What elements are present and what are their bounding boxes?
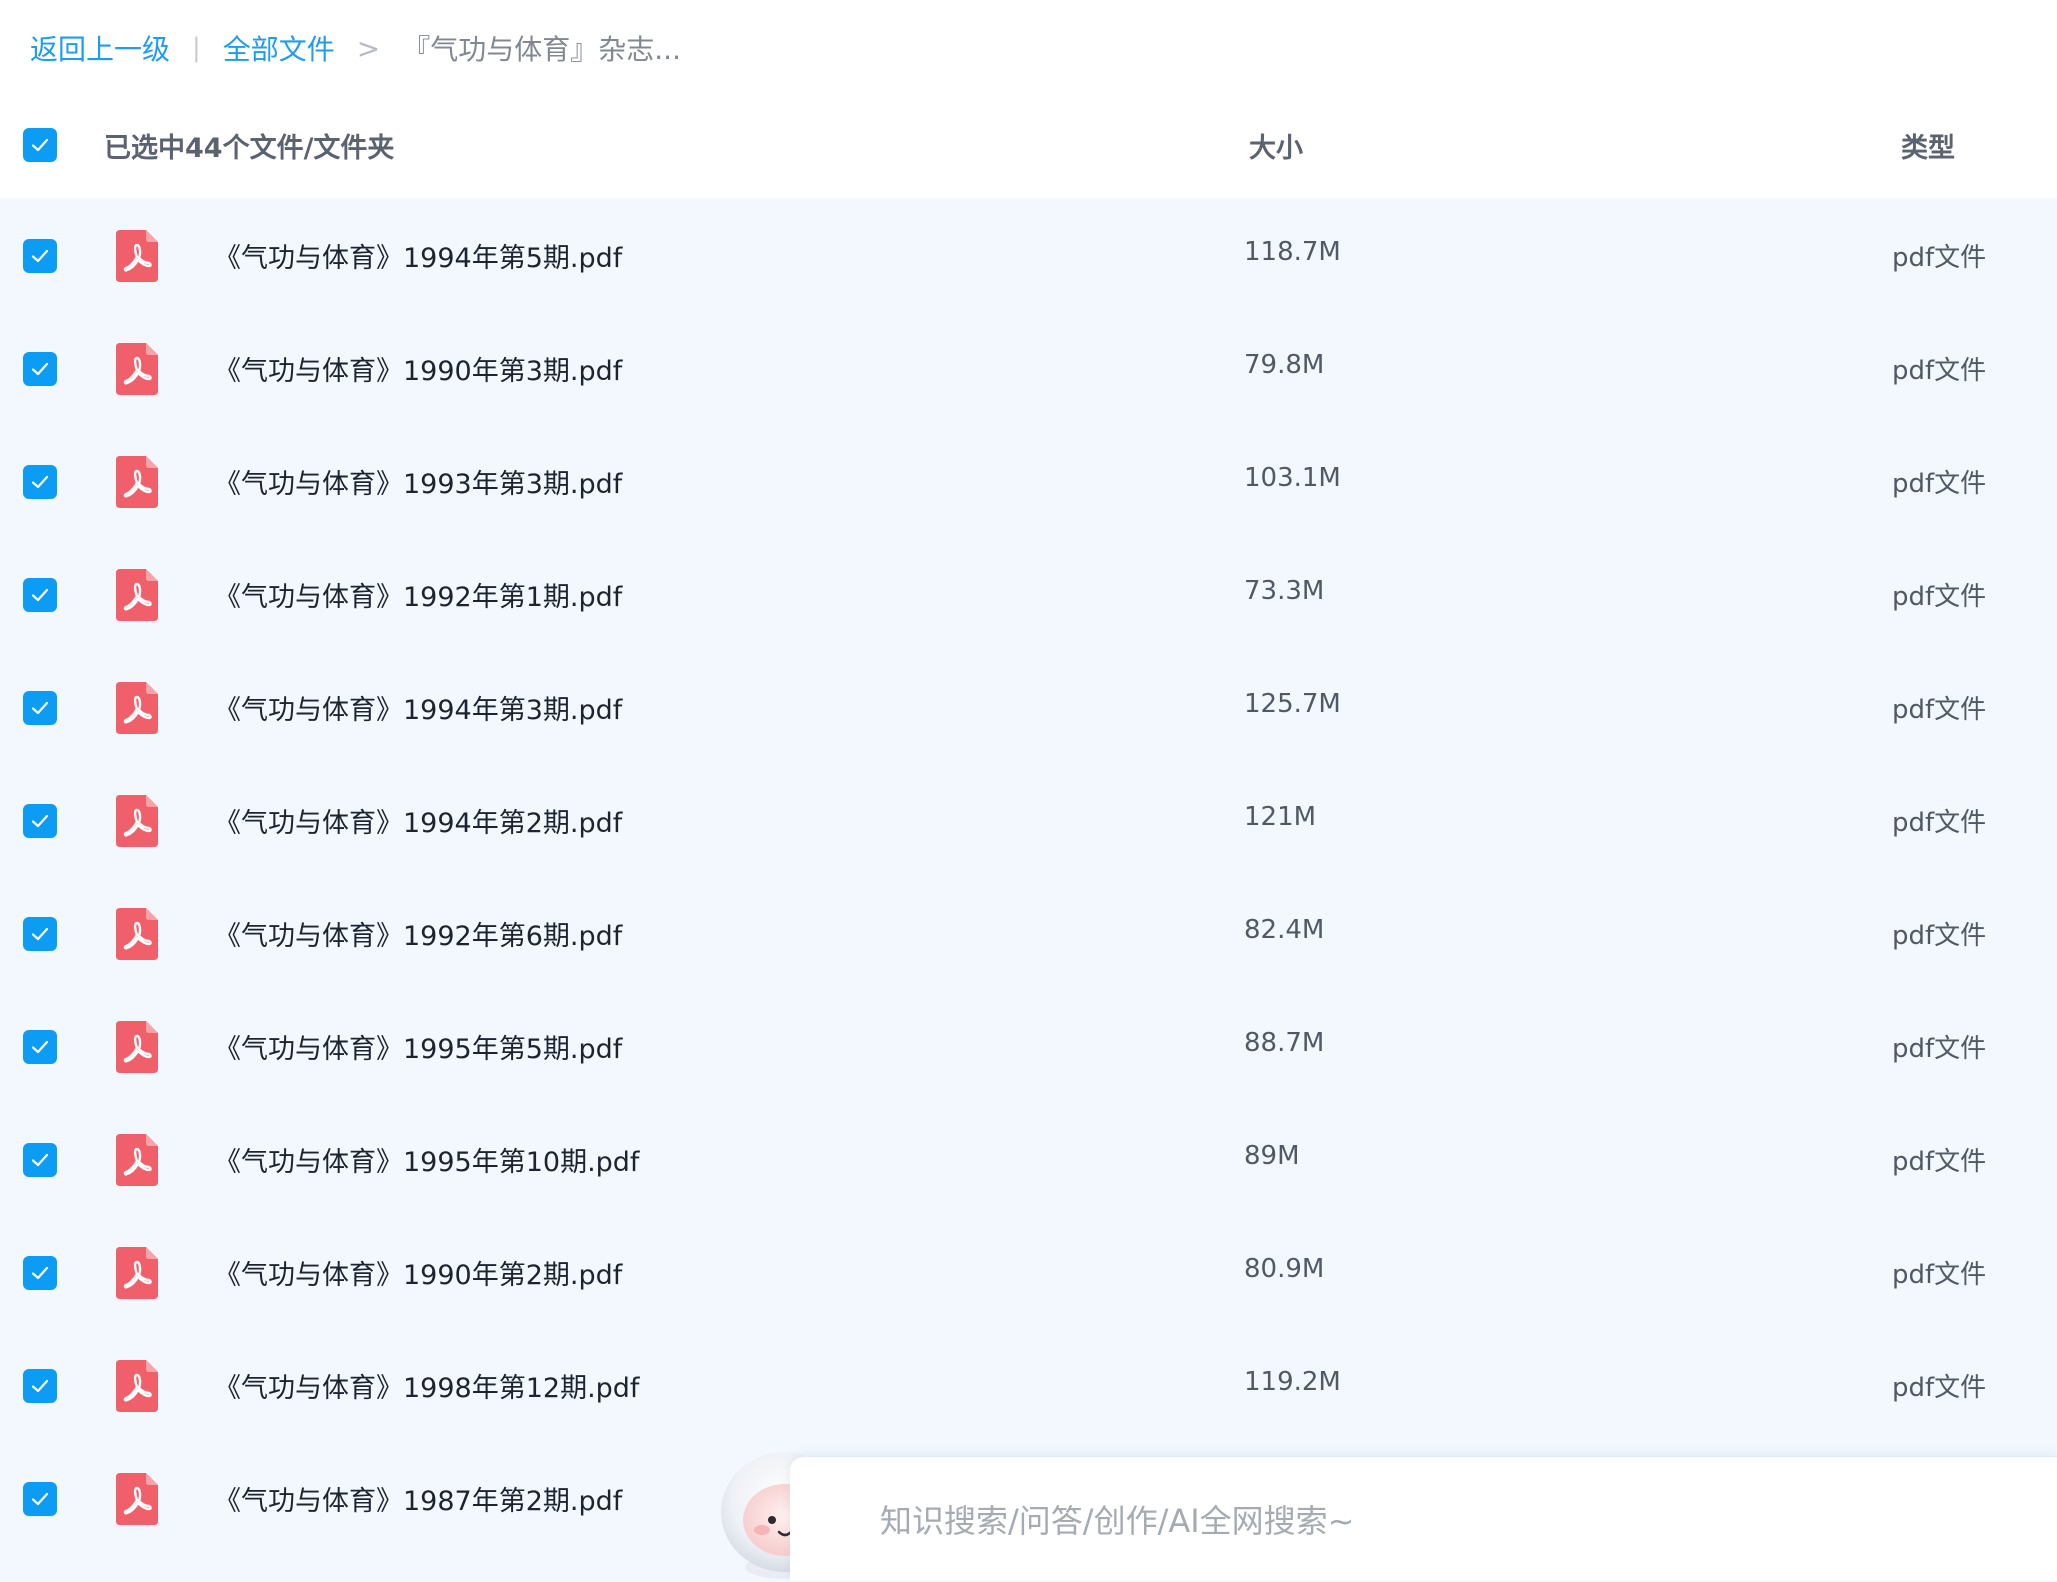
type-column-header[interactable]: 类型 <box>1901 126 1955 165</box>
checkmark-icon <box>31 588 49 602</box>
pdf-file-icon <box>116 908 158 960</box>
file-row[interactable]: 《气功与体育》1990年第2期.pdf 80.9M pdf文件 <box>0 1215 2057 1328</box>
file-row[interactable]: 《气功与体育》1993年第3期.pdf 103.1M pdf文件 <box>0 424 2057 537</box>
file-checkbox[interactable] <box>23 1143 57 1177</box>
file-type: pdf文件 <box>1892 356 1987 386</box>
checkmark-icon <box>31 475 49 489</box>
file-name[interactable]: 《气功与体育》1990年第3期.pdf <box>214 349 622 388</box>
breadcrumb-arrow-icon: > <box>356 31 381 65</box>
file-size: 121M <box>1244 802 1317 832</box>
file-checkbox[interactable] <box>23 1482 57 1516</box>
file-size: 89M <box>1244 1141 1300 1171</box>
selection-count-label: 已选中44个文件/文件夹 <box>104 132 395 164</box>
file-checkbox[interactable] <box>23 691 57 725</box>
checkmark-icon <box>31 362 49 376</box>
checkmark-icon <box>31 1040 49 1054</box>
back-link[interactable]: 返回上一级 <box>30 28 170 68</box>
breadcrumb-root-link[interactable]: 全部文件 <box>223 28 335 68</box>
file-size: 119.2M <box>1244 1367 1341 1397</box>
checkmark-icon <box>31 1379 49 1393</box>
file-row[interactable]: 《气功与体育》1992年第1期.pdf 73.3M pdf文件 <box>0 537 2057 650</box>
file-size: 73.3M <box>1244 576 1325 606</box>
file-name[interactable]: 《气功与体育》1987年第2期.pdf <box>214 1479 622 1518</box>
file-checkbox[interactable] <box>23 1369 57 1403</box>
file-checkbox[interactable] <box>23 917 57 951</box>
file-checkbox[interactable] <box>23 578 57 612</box>
file-row[interactable]: 《气功与体育》1992年第6期.pdf 82.4M pdf文件 <box>0 876 2057 989</box>
file-row[interactable]: 《气功与体育》1994年第2期.pdf 121M pdf文件 <box>0 763 2057 876</box>
file-browser: 返回上一级 | 全部文件 > 『气功与体育』杂志... 已选中44个文件/文件夹… <box>0 0 2057 1582</box>
file-type: pdf文件 <box>1892 1260 1987 1290</box>
pdf-file-icon <box>116 795 158 847</box>
file-row[interactable]: 《气功与体育》1995年第5期.pdf 88.7M pdf文件 <box>0 989 2057 1102</box>
file-name[interactable]: 《气功与体育》1992年第6期.pdf <box>214 914 622 953</box>
file-name[interactable]: 《气功与体育》1994年第3期.pdf <box>214 688 622 727</box>
file-type: pdf文件 <box>1892 243 1987 273</box>
pdf-file-icon <box>116 1021 158 1073</box>
file-list: 《气功与体育》1994年第5期.pdf 118.7M pdf文件 《气功与体育》199… <box>0 198 2057 1582</box>
file-type: pdf文件 <box>1892 1034 1987 1064</box>
file-size: 88.7M <box>1244 1028 1325 1058</box>
breadcrumb: 返回上一级 | 全部文件 > 『气功与体育』杂志... <box>30 24 681 72</box>
file-row[interactable]: 《气功与体育》1990年第3期.pdf 79.8M pdf文件 <box>0 311 2057 424</box>
ai-search-placeholder[interactable]: 知识搜索/问答/创作/AI全网搜索~ <box>880 1496 1355 1542</box>
file-name[interactable]: 《气功与体育》1990年第2期.pdf <box>214 1253 622 1292</box>
pdf-file-icon <box>116 569 158 621</box>
file-name[interactable]: 《气功与体育》1994年第5期.pdf <box>214 236 622 275</box>
size-column-header[interactable]: 大小 <box>1249 126 1303 165</box>
file-size: 103.1M <box>1244 463 1341 493</box>
file-checkbox[interactable] <box>23 804 57 838</box>
file-type: pdf文件 <box>1892 1373 1987 1403</box>
file-type: pdf文件 <box>1892 469 1987 499</box>
file-size: 118.7M <box>1244 237 1341 267</box>
pdf-file-icon <box>116 682 158 734</box>
checkmark-icon <box>31 814 49 828</box>
checkmark-icon <box>31 1153 49 1167</box>
checkmark-icon <box>31 1266 49 1280</box>
file-size: 125.7M <box>1244 689 1341 719</box>
file-name[interactable]: 《气功与体育》1994年第2期.pdf <box>214 801 622 840</box>
file-row[interactable]: 《气功与体育》1998年第12期.pdf 119.2M pdf文件 <box>0 1328 2057 1441</box>
pdf-file-icon <box>116 1247 158 1299</box>
file-size: 79.8M <box>1244 350 1325 380</box>
select-all-checkbox[interactable] <box>23 128 57 162</box>
file-checkbox[interactable] <box>23 465 57 499</box>
file-name[interactable]: 《气功与体育》1998年第12期.pdf <box>214 1366 639 1405</box>
checkmark-icon <box>31 701 49 715</box>
file-row[interactable]: 《气功与体育》1994年第3期.pdf 125.7M pdf文件 <box>0 650 2057 763</box>
file-type: pdf文件 <box>1892 808 1987 838</box>
ai-search-bar[interactable]: 知识搜索/问答/创作/AI全网搜索~ <box>790 1456 2057 1581</box>
pdf-file-icon <box>116 1473 158 1525</box>
file-checkbox[interactable] <box>23 1030 57 1064</box>
file-type: pdf文件 <box>1892 582 1987 612</box>
file-checkbox[interactable] <box>23 239 57 273</box>
file-row[interactable]: 《气功与体育》1994年第5期.pdf 118.7M pdf文件 <box>0 198 2057 311</box>
file-name[interactable]: 《气功与体育》1993年第3期.pdf <box>214 462 622 501</box>
pdf-file-icon <box>116 1134 158 1186</box>
pdf-file-icon <box>116 1360 158 1412</box>
pdf-file-icon <box>116 230 158 282</box>
checkmark-icon <box>31 138 49 152</box>
checkmark-icon <box>31 927 49 941</box>
file-name[interactable]: 《气功与体育》1992年第1期.pdf <box>214 575 622 614</box>
checkmark-icon <box>31 1492 49 1506</box>
breadcrumb-current: 『气功与体育』杂志... <box>402 33 681 66</box>
pdf-file-icon <box>116 343 158 395</box>
file-size: 80.9M <box>1244 1254 1325 1284</box>
checkmark-icon <box>31 249 49 263</box>
file-size: 82.4M <box>1244 915 1325 945</box>
file-checkbox[interactable] <box>23 1256 57 1290</box>
file-row[interactable]: 《气功与体育》1995年第10期.pdf 89M pdf文件 <box>0 1102 2057 1215</box>
file-checkbox[interactable] <box>23 352 57 386</box>
pdf-file-icon <box>116 456 158 508</box>
file-type: pdf文件 <box>1892 921 1987 951</box>
breadcrumb-divider: | <box>192 33 201 63</box>
list-header: 已选中44个文件/文件夹 大小 类型 <box>0 105 2057 185</box>
file-name[interactable]: 《气功与体育》1995年第5期.pdf <box>214 1027 622 1066</box>
file-type: pdf文件 <box>1892 695 1987 725</box>
file-type: pdf文件 <box>1892 1147 1987 1177</box>
file-name[interactable]: 《气功与体育》1995年第10期.pdf <box>214 1140 639 1179</box>
